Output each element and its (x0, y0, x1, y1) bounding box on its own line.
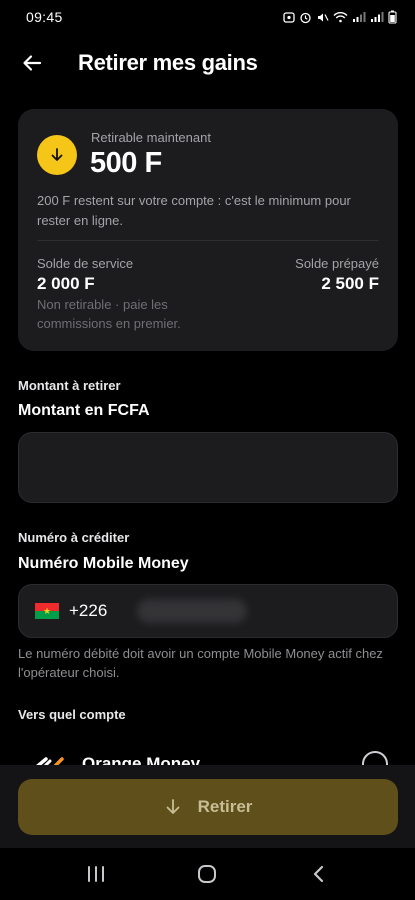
prepaid-balance-label: Solde prépayé (295, 256, 379, 271)
withdraw-button-label: Retirer (197, 797, 253, 816)
phone-input[interactable]: ★ +226 (18, 584, 398, 638)
back-button[interactable] (18, 49, 46, 77)
card-divider (37, 240, 379, 241)
recent-apps-button[interactable] (66, 854, 126, 894)
arrow-left-icon (23, 55, 42, 71)
service-balance-amount: 2 000 F (37, 274, 95, 293)
burkina-faso-flag-icon: ★ (35, 603, 59, 619)
signal-icon (353, 12, 366, 22)
phone-section-label: Numéro à créditer (18, 530, 130, 545)
status-bar: 09:45 (0, 0, 415, 34)
page-title: Retirer mes gains (78, 50, 258, 75)
status-time: 09:45 (26, 9, 63, 25)
recent-apps-icon (87, 866, 104, 882)
wifi-icon (333, 12, 348, 23)
status-icons (283, 10, 397, 24)
alarm-icon (300, 12, 311, 23)
phone-helper-text: Le numéro débité doit avoir un compte Mo… (18, 646, 383, 680)
arrow-down-icon (166, 799, 179, 814)
chevron-left-icon (314, 865, 324, 883)
minimum-note: 200 F restent sur votre compte : c'est l… (37, 193, 351, 228)
phone-field-label: Numéro Mobile Money (18, 555, 189, 572)
account-section-label: Vers quel compte (18, 707, 126, 722)
app-header: Retirer mes gains (0, 40, 415, 86)
country-code: +226 (69, 601, 108, 620)
home-button[interactable] (177, 854, 237, 894)
system-nav-bar (0, 848, 415, 900)
withdraw-button[interactable]: Retirer (18, 779, 398, 835)
available-label: Retirable maintenant (91, 130, 211, 145)
amount-field-label: Montant en FCFA (18, 402, 150, 419)
battery-icon (388, 10, 397, 24)
arrow-down-icon (51, 148, 63, 161)
phone-number-redacted (137, 599, 248, 623)
amount-section-label: Montant à retirer (18, 378, 121, 393)
amount-input[interactable] (18, 432, 398, 503)
service-balance-note: Non retirable · paie les commissions en … (37, 297, 181, 331)
notification-icon (283, 12, 295, 23)
system-back-button[interactable] (289, 854, 349, 894)
prepaid-balance-amount: 2 500 F (321, 274, 379, 293)
home-icon (198, 865, 217, 883)
available-amount: 500 F (90, 147, 162, 179)
mute-icon (318, 13, 329, 21)
balance-card: Retirable maintenant 500 F 200 F restent… (18, 109, 398, 351)
withdraw-badge (37, 135, 77, 175)
service-balance-label: Solde de service (37, 256, 134, 271)
signal-2-icon (371, 12, 384, 22)
